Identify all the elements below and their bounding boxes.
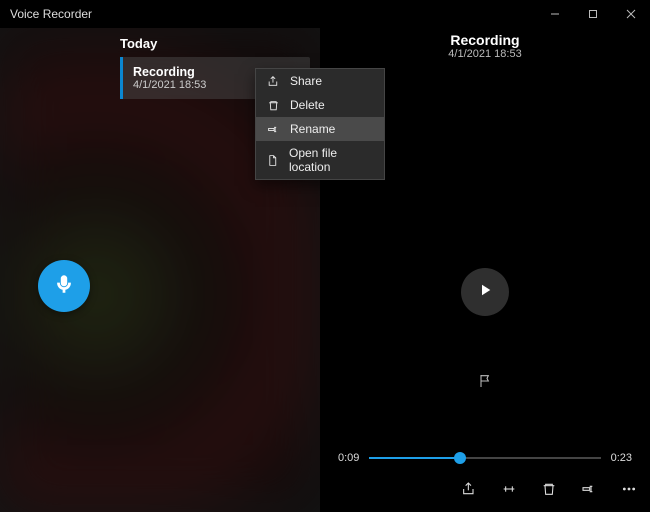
rename-button[interactable] [580, 482, 598, 500]
share-icon [266, 75, 280, 88]
share-icon [461, 481, 477, 502]
app-title: Voice Recorder [10, 7, 92, 21]
context-menu-open-location[interactable]: Open file location [256, 141, 384, 179]
context-menu-share[interactable]: Share [256, 69, 384, 93]
trash-icon [541, 481, 557, 502]
context-menu-label: Open file location [289, 146, 374, 174]
rename-icon [266, 123, 280, 136]
trim-button[interactable] [500, 482, 518, 500]
context-menu-label: Rename [290, 122, 335, 136]
flag-icon [477, 376, 493, 393]
recording-subtitle: 4/1/2021 18:53 [133, 79, 206, 91]
play-button[interactable] [461, 268, 509, 316]
context-menu: Share Delete Rename Open file location [255, 68, 385, 180]
window-controls [536, 0, 650, 28]
trash-icon [266, 99, 280, 112]
microphone-icon [53, 273, 75, 300]
maximize-button[interactable] [574, 0, 612, 28]
add-marker-button[interactable] [477, 373, 493, 394]
timeline-thumb[interactable] [454, 452, 466, 464]
detail-subtitle: 4/1/2021 18:53 [448, 48, 521, 60]
detail-title: Recording [448, 32, 521, 48]
trim-icon [501, 481, 517, 502]
context-menu-delete[interactable]: Delete [256, 93, 384, 117]
time-total: 0:23 [611, 452, 632, 464]
recording-title: Recording [133, 65, 206, 79]
time-current: 0:09 [338, 452, 359, 464]
delete-button[interactable] [540, 482, 558, 500]
timeline-progress [369, 457, 459, 459]
share-button[interactable] [460, 482, 478, 500]
more-button[interactable] [620, 482, 638, 500]
timeline-track[interactable] [369, 457, 600, 459]
rename-icon [581, 481, 597, 502]
more-icon [621, 481, 637, 502]
context-menu-label: Share [290, 74, 322, 88]
section-header-today: Today [120, 28, 320, 57]
timeline-row: 0:09 0:23 [338, 452, 632, 464]
context-menu-label: Delete [290, 98, 325, 112]
file-icon [266, 154, 279, 167]
context-menu-rename[interactable]: Rename [256, 117, 384, 141]
play-icon [477, 282, 493, 303]
content: Today Recording 4/1/2021 18:53 [0, 28, 650, 512]
titlebar: Voice Recorder [0, 0, 650, 28]
close-button[interactable] [612, 0, 650, 28]
action-row [460, 482, 638, 500]
detail-header: Recording 4/1/2021 18:53 [448, 28, 521, 60]
minimize-button[interactable] [536, 0, 574, 28]
record-button[interactable] [38, 260, 90, 312]
